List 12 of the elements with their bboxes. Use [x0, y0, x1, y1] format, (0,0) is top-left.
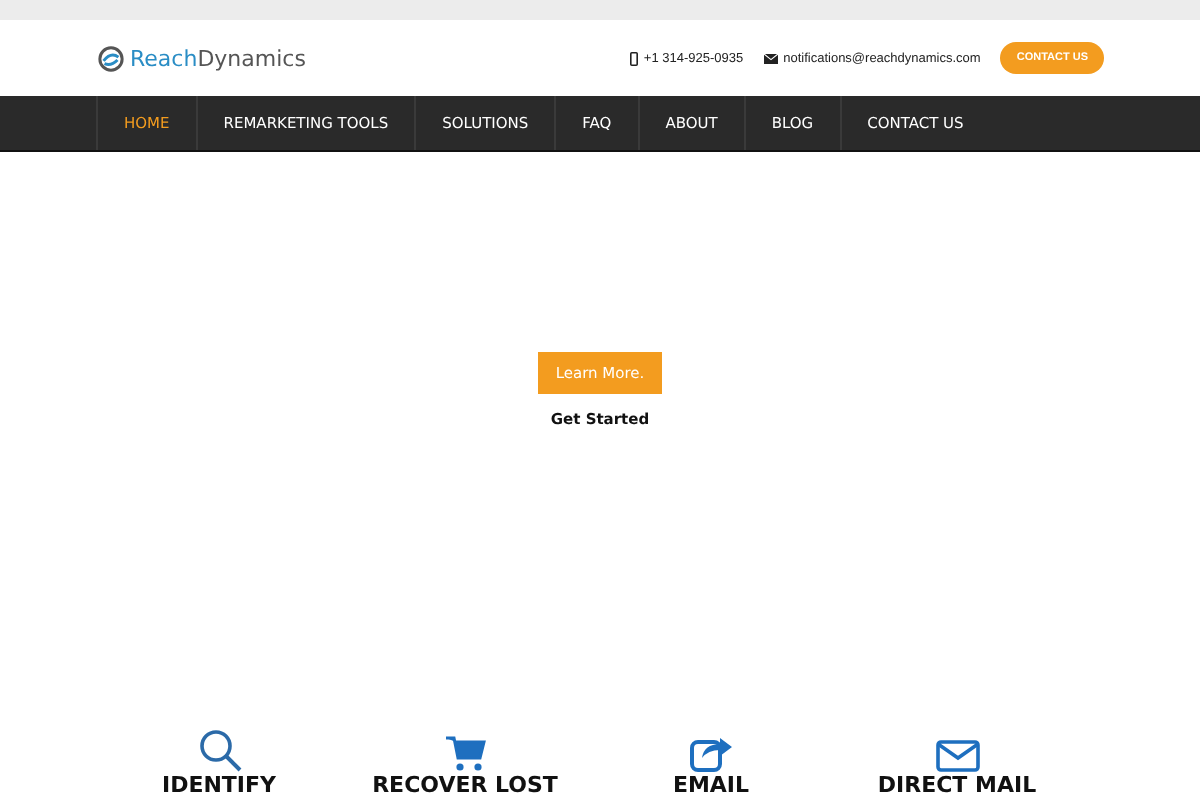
- feature-title: RECOVER LOST: [372, 774, 558, 798]
- envelope-icon: [763, 53, 778, 63]
- feature-title: EMAIL: [672, 774, 750, 798]
- feature-title: IDENTIFY: [161, 774, 277, 798]
- phone-icon: [629, 51, 638, 65]
- cart-icon: [445, 736, 485, 772]
- logo-text: ReachDynamics: [130, 45, 306, 71]
- logo-icon: [98, 45, 124, 71]
- share-icon: [689, 732, 733, 772]
- search-icon: [197, 728, 241, 772]
- envelope-icon: [935, 740, 979, 772]
- feature-title: DIRECT MAIL: [877, 774, 1037, 798]
